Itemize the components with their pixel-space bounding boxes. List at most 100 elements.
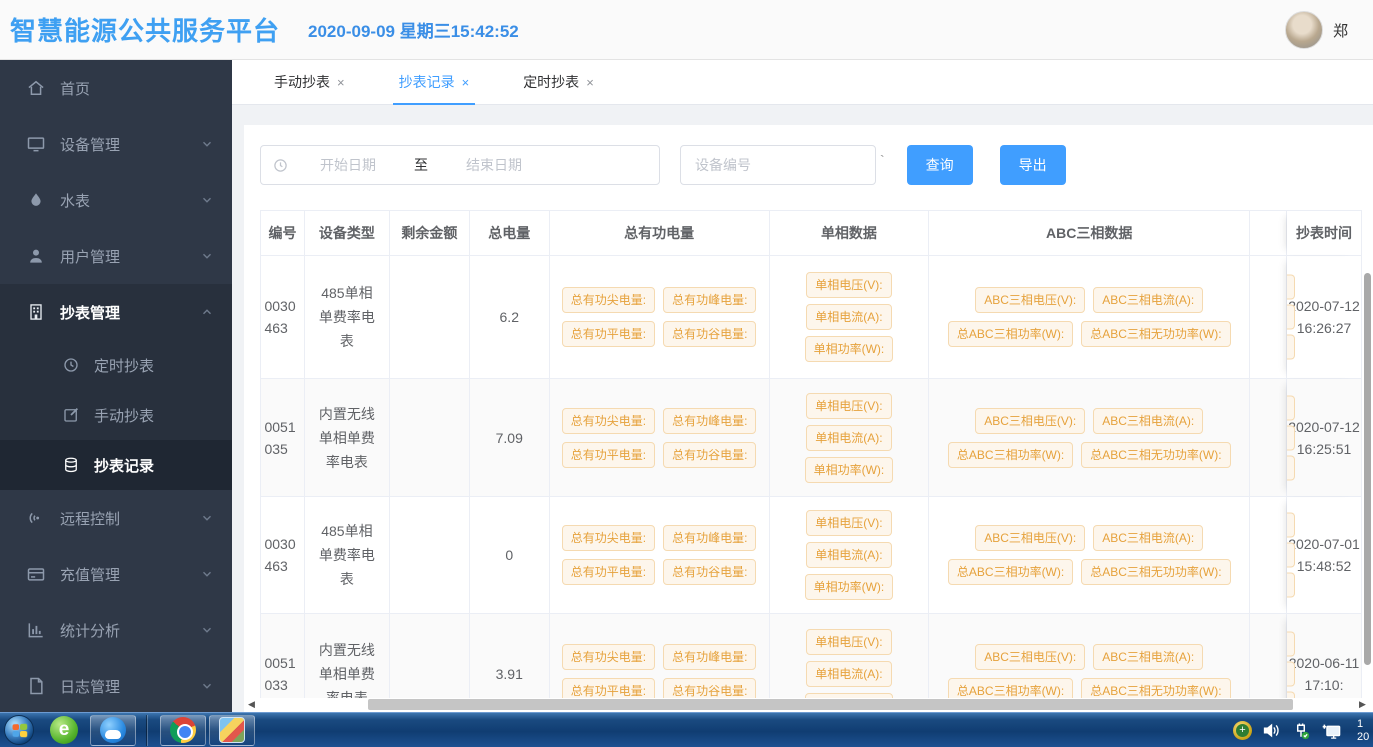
photos-app-icon: [219, 717, 245, 743]
tag: 总ABC三相无功功率(W):: [1081, 321, 1230, 347]
sidebar-item-devices[interactable]: 设备管理: [0, 116, 232, 172]
tag: ABC三相电压(V):: [975, 408, 1085, 434]
device-type: 内置无线单相单费率电表: [315, 638, 379, 700]
user-icon: [26, 246, 46, 266]
sidebar-group-meter-reading: 抄表管理 定时抄表 手动抄表 抄表记录: [0, 284, 232, 490]
tag: 总有功峰电量:: [663, 525, 756, 551]
chevron-up-icon: [200, 305, 214, 319]
start-button[interactable]: [4, 715, 34, 745]
volume-icon[interactable]: [1262, 722, 1281, 739]
col-abc-phase: ABC三相数据: [929, 211, 1250, 255]
avatar[interactable]: [1285, 11, 1323, 49]
tag: 总有功平电量:: [562, 559, 655, 585]
abc-phase-tags: ABC三相电压(V):ABC三相电流(A): 总ABC三相功率(W):总ABC三…: [929, 497, 1250, 613]
tag: 总有功尖电量:: [562, 644, 655, 670]
tag: 总ABC三相功率(W):: [948, 321, 1073, 347]
database-icon: [62, 456, 80, 474]
chevron-down-icon: [200, 137, 214, 151]
horizontal-scrollbar-thumb[interactable]: [368, 699, 1293, 710]
tag: 总有功尖电量:: [562, 287, 655, 313]
clipped-column: [1250, 379, 1287, 496]
col-active-energy: 总有功电量: [550, 211, 770, 255]
app-header: 智慧能源公共服务平台 2020-09-09 星期三15:42:52 郑: [0, 0, 1373, 60]
antivirus-tray-icon[interactable]: +: [1233, 721, 1252, 740]
usb-device-icon[interactable]: [1291, 722, 1311, 740]
tag: ABC三相电压(V):: [975, 525, 1085, 551]
single-phase-tags: 单相电压(V):单相电流(A):单相功率(W):: [770, 497, 930, 613]
table-row-clipped: 0051033 内置无线单相单费率电表 3.91 总有功尖电量:总有功峰电量: …: [261, 614, 1362, 699]
signal-icon: [26, 508, 46, 528]
total-energy: 6.2: [470, 256, 550, 378]
sidebar-item-home[interactable]: 首页: [0, 60, 232, 116]
tag: 总有功平电量:: [562, 678, 655, 700]
qq-browser-button[interactable]: [90, 715, 136, 746]
scroll-left-arrow[interactable]: ◀: [248, 699, 258, 710]
tag: 总有功谷电量:: [663, 442, 756, 468]
close-icon[interactable]: ×: [462, 75, 470, 90]
tag: 单相功率(W):: [805, 457, 894, 483]
taskbar-clock[interactable]: 1 20: [1357, 718, 1373, 744]
sidebar-item-meter-management[interactable]: 抄表管理: [0, 284, 232, 340]
table-row: 0051033 内置无线单相单费率电表 3.91 总有功尖电量:总有功峰电量: …: [261, 614, 1362, 699]
tag: 总有功峰电量:: [663, 287, 756, 313]
header-datetime: 2020-09-09 星期三15:42:52: [308, 17, 519, 42]
table-row: 0051035 内置无线单相单费率电表 7.09 总有功尖电量:总有功峰电量: …: [261, 379, 1362, 497]
tag: 总有功谷电量:: [663, 321, 756, 347]
tag: 单相电流(A):: [806, 425, 891, 451]
clipped-tags: [1287, 513, 1295, 598]
tag: 总ABC三相无功功率(W):: [1081, 678, 1230, 700]
date-range-picker[interactable]: 至: [260, 145, 660, 185]
close-icon[interactable]: ×: [586, 75, 594, 90]
sidebar-item-statistics[interactable]: 统计分析: [0, 602, 232, 658]
user-menu[interactable]: 郑: [1285, 0, 1373, 60]
chrome-button[interactable]: [160, 715, 206, 746]
qq-browser-icon: [100, 717, 126, 743]
tag: 总ABC三相无功功率(W):: [1081, 442, 1230, 468]
tag: 单相电压(V):: [806, 393, 891, 419]
sidebar-item-logs[interactable]: 日志管理: [0, 658, 232, 712]
sidebar: 首页 设备管理 水表 用户管理 抄表管理 定时抄表: [0, 60, 232, 712]
sidebar-item-users[interactable]: 用户管理: [0, 228, 232, 284]
tag: 单相功率(W):: [805, 574, 894, 600]
sidebar-item-water-meter[interactable]: 水表: [0, 172, 232, 228]
device-number-input[interactable]: [680, 145, 876, 185]
photos-app-button[interactable]: [209, 715, 255, 746]
windows-logo-icon: [12, 723, 27, 737]
browser-360-icon[interactable]: e: [50, 716, 78, 744]
sidebar-item-recharge[interactable]: 充值管理: [0, 546, 232, 602]
tab-scheduled-reading[interactable]: 定时抄表 ×: [517, 60, 600, 104]
horizontal-scrollbar[interactable]: ◀ ▶: [248, 698, 1369, 711]
sidebar-item-remote-control[interactable]: 远程控制: [0, 490, 232, 546]
tag: 总有功平电量:: [562, 442, 655, 468]
export-button[interactable]: 导出: [1000, 145, 1066, 185]
sidebar-item-reading-records[interactable]: 抄表记录: [0, 440, 232, 490]
tag: 单相电流(A):: [806, 661, 891, 687]
clipped-column: [1250, 497, 1287, 613]
water-drop-icon: [26, 190, 46, 210]
tag: 总有功谷电量:: [663, 559, 756, 585]
end-date-input[interactable]: [434, 157, 554, 173]
vertical-scrollbar-thumb[interactable]: [1364, 273, 1371, 665]
bar-chart-icon: [26, 620, 46, 640]
monitor-icon: [26, 134, 46, 154]
col-read-time: 抄表时间: [1287, 211, 1362, 255]
clipped-tags: [1287, 275, 1295, 360]
clipped-column: [1250, 256, 1287, 378]
sidebar-item-manual-reading[interactable]: 手动抄表: [0, 390, 232, 440]
records-panel: 至 ` 查询 导出 编号 设备类型 剩余金额 总电量 总有功电量: [244, 125, 1373, 712]
sidebar-item-scheduled-reading[interactable]: 定时抄表: [0, 340, 232, 390]
query-button[interactable]: 查询: [907, 145, 973, 185]
tab-reading-records[interactable]: 抄表记录 ×: [393, 60, 476, 104]
col-hidden: [1250, 211, 1287, 255]
start-date-input[interactable]: [288, 157, 408, 173]
edit-icon: [62, 406, 80, 424]
network-icon[interactable]: [1321, 721, 1343, 740]
close-icon[interactable]: ×: [337, 75, 345, 90]
vertical-scrollbar[interactable]: [1364, 211, 1372, 696]
scroll-right-arrow[interactable]: ▶: [1359, 699, 1369, 710]
tag: 单相电压(V):: [806, 629, 891, 655]
tab-manual-reading[interactable]: 手动抄表 ×: [268, 60, 351, 104]
device-no: 0030463: [264, 295, 300, 339]
balance: [390, 614, 470, 699]
device-no: 0051033: [264, 652, 300, 696]
